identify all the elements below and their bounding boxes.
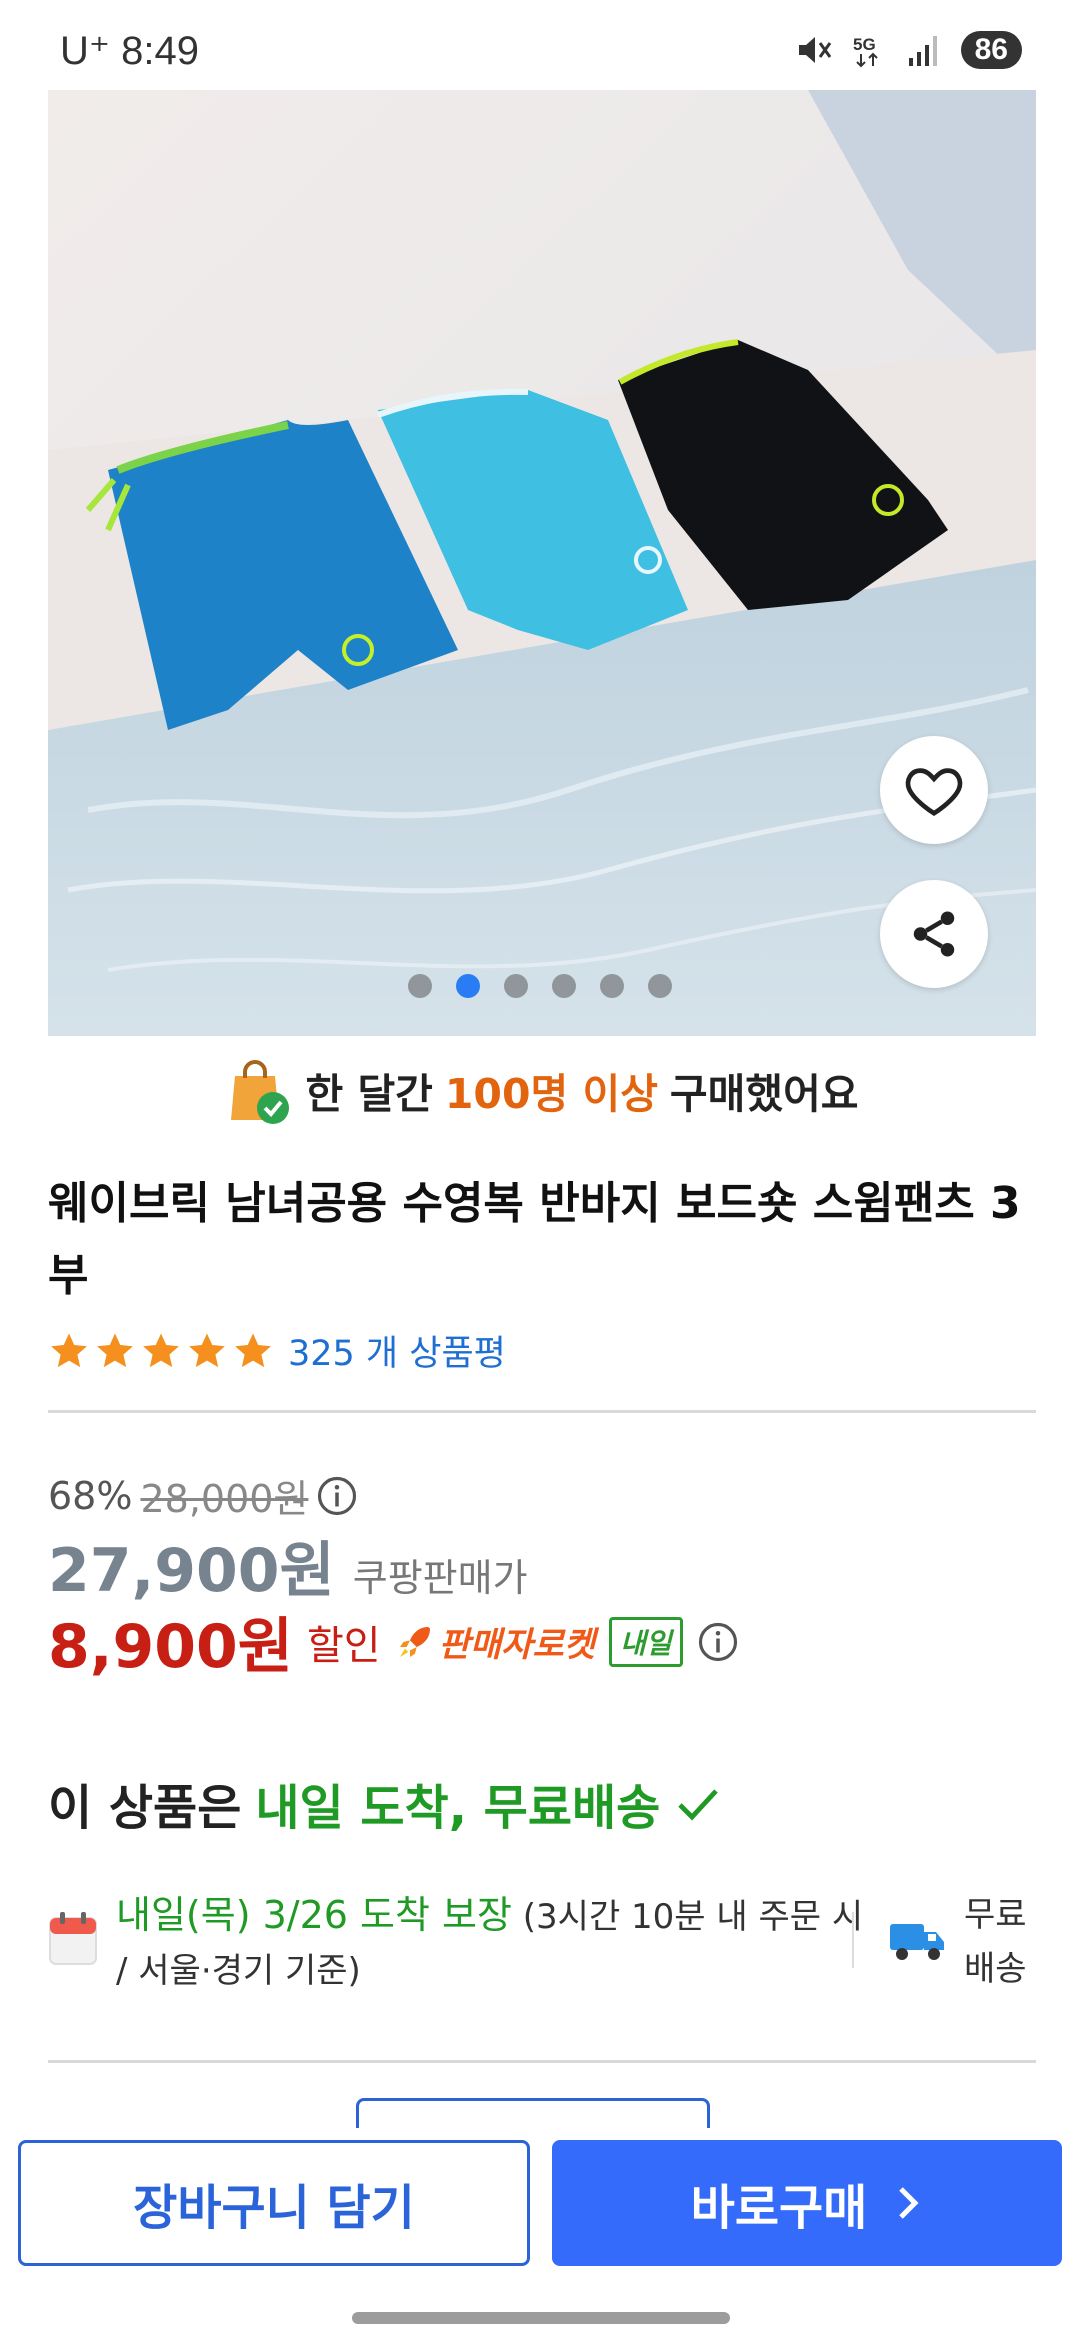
mute-icon xyxy=(798,37,831,63)
clock: 8:49 xyxy=(121,29,199,73)
carousel-dot-active[interactable] xyxy=(456,974,480,998)
sale-label: 할인 xyxy=(307,1622,381,1669)
carousel-indicator xyxy=(408,974,672,998)
battery-icon: 86 xyxy=(960,31,1022,69)
signal-icon xyxy=(908,36,937,66)
carousel-dot[interactable] xyxy=(552,974,576,998)
sale-price-row: 8,900원 할인 판매자로켓 내일 xyxy=(48,1598,739,1685)
star-icon xyxy=(189,1333,225,1367)
delivery-info: 내일(목) 3/26 도착 보장 (3시간 10분 내 주문 시 / 서울·경기… xyxy=(48,1888,1036,1998)
network-label: 5G xyxy=(853,35,876,54)
coupang-price: 27,900원 xyxy=(48,1536,335,1606)
coupang-price-label: 쿠팡판매가 xyxy=(352,1556,528,1600)
free-shipping-label: 무료 배송 xyxy=(964,1895,1027,1989)
product-photo xyxy=(48,90,1036,1036)
carrier-label: U⁺ xyxy=(60,29,110,73)
headline-prefix: 이 상품은 xyxy=(48,1780,242,1836)
sale-price: 8,900원 xyxy=(48,1612,293,1682)
banner-suffix: 구매했어요 xyxy=(669,1070,859,1118)
status-bar: U⁺ 8:49 5G 86 xyxy=(0,0,1080,90)
chevron-right-icon xyxy=(899,2187,919,2219)
info-icon[interactable] xyxy=(697,1621,739,1663)
status-time: U⁺ 8:49 xyxy=(60,28,199,74)
seller-rocket-badge: 판매자로켓 xyxy=(395,1617,595,1666)
status-icons: 5G 86 xyxy=(793,30,1022,70)
divider xyxy=(48,2060,1036,2063)
arrival-guarantee: 내일(목) 3/26 도착 보장 (3시간 10분 내 주문 시 / 서울·경기… xyxy=(116,1888,876,1998)
heart-icon xyxy=(905,768,963,816)
product-title: 웨이브릭 남녀공용 수영복 반바지 보드숏 스윔팬츠 3부 xyxy=(48,1178,1021,1301)
info-icon[interactable] xyxy=(316,1475,358,1517)
rocket-icon xyxy=(399,1626,430,1657)
share-button[interactable] xyxy=(880,880,988,988)
star-icon xyxy=(143,1333,179,1367)
coupang-price-row: 27,900원 쿠팡판매가 xyxy=(48,1522,528,1609)
carousel-dot[interactable] xyxy=(504,974,528,998)
delivery-headline: 이 상품은 내일 도착, 무료배송 xyxy=(48,1768,722,1838)
vertical-divider xyxy=(852,1912,854,1968)
truck-icon xyxy=(890,1924,944,1960)
carousel-dot[interactable] xyxy=(648,974,672,998)
check-icon xyxy=(678,1789,719,1821)
option-selector-partial[interactable] xyxy=(356,2098,710,2128)
buy-now-label: 바로구매 xyxy=(690,2180,868,2236)
like-button[interactable] xyxy=(880,736,988,844)
rating-row[interactable]: 325 개 상품평 xyxy=(48,1325,506,1376)
banner-prefix: 한 달간 xyxy=(305,1070,433,1118)
star-icon xyxy=(97,1333,133,1367)
star-icon xyxy=(51,1333,87,1367)
5g-icon: 5G xyxy=(853,35,878,68)
home-indicator[interactable] xyxy=(352,2312,730,2324)
arrival-guarantee-date: 내일(목) 3/26 도착 보장 xyxy=(116,1893,512,1937)
original-price: 28,000원 xyxy=(140,1477,309,1521)
calendar-icon xyxy=(49,1912,97,1965)
tomorrow-badge: 내일 xyxy=(609,1616,683,1667)
rocket-label: 판매자로켓 xyxy=(438,1625,596,1665)
buy-now-button[interactable]: 바로구매 xyxy=(552,2140,1062,2266)
product-image-carousel[interactable] xyxy=(48,90,1036,1036)
share-icon xyxy=(913,911,955,957)
add-to-cart-button[interactable]: 장바구니 담기 xyxy=(18,2140,530,2266)
divider xyxy=(48,1410,1036,1413)
banner-highlight: 100명 이상 xyxy=(444,1070,658,1118)
discount-rate: 68% xyxy=(48,1473,133,1518)
headline-green: 내일 도착, 무료배송 xyxy=(255,1780,661,1836)
carousel-dot[interactable] xyxy=(408,974,432,998)
shopping-bag-icon xyxy=(231,1060,290,1124)
star-icon xyxy=(235,1333,271,1367)
review-count-link[interactable]: 325 개 상품평 xyxy=(288,1325,506,1376)
discount-row: 68% 28,000원 xyxy=(48,1468,358,1523)
purchase-count-banner: 한 달간 100명 이상 구매했어요 xyxy=(0,1050,1080,1130)
carousel-dot[interactable] xyxy=(600,974,624,998)
